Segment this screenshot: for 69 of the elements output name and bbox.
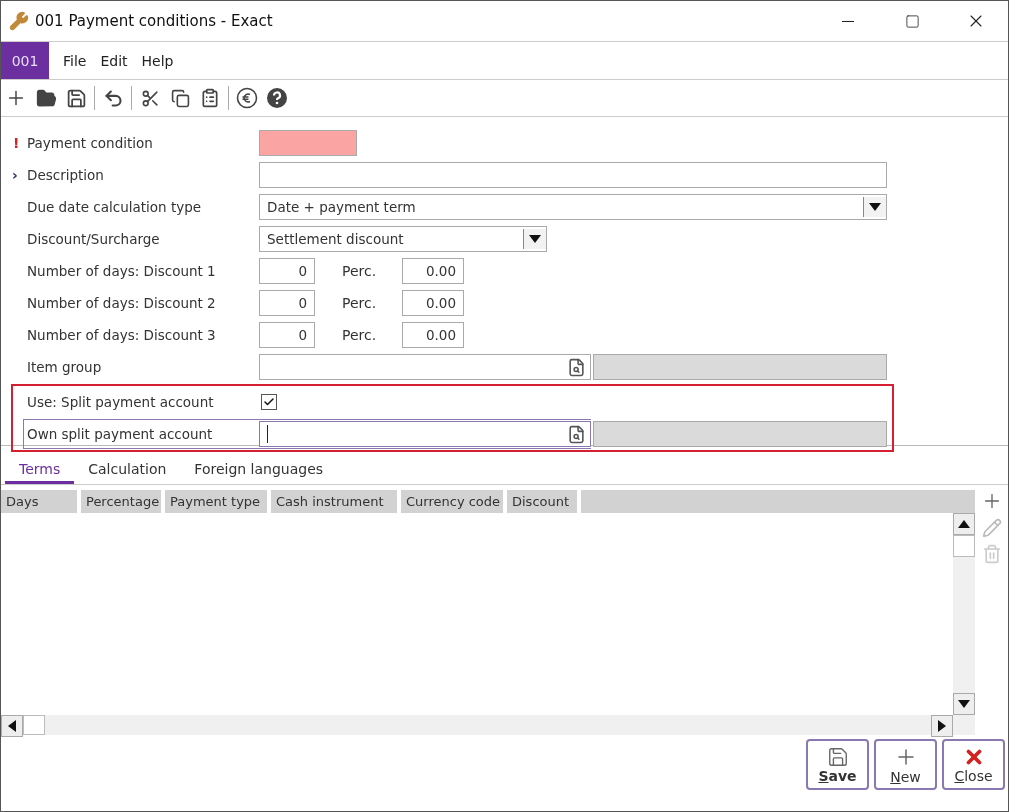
field-label: Perc.: [342, 327, 378, 343]
field-label: Number of days: Discount 2: [27, 295, 217, 311]
number-field[interactable]: 0: [259, 322, 315, 348]
close-button[interactable]: Close: [942, 739, 1005, 790]
scroll-down-button[interactable]: [953, 693, 975, 715]
check-icon: [263, 396, 275, 408]
menu-item[interactable]: File: [63, 52, 87, 69]
field-label: Due date calculation type: [27, 199, 203, 215]
triangle-icon: [938, 720, 946, 732]
text-field[interactable]: [259, 162, 887, 188]
document-search-icon[interactable]: [567, 425, 586, 444]
column-header[interactable]: Payment type: [165, 490, 267, 513]
help-button[interactable]: [265, 86, 289, 110]
vertical-scrollbar[interactable]: [953, 513, 975, 715]
field-label: Number of days: Discount 1: [27, 263, 217, 279]
checkbox[interactable]: [261, 394, 277, 410]
text-field[interactable]: [259, 130, 357, 156]
field-label: Own split payment account: [27, 426, 214, 442]
scrollbar-thumb[interactable]: [953, 535, 975, 557]
number-field[interactable]: 0: [259, 258, 315, 284]
menu-item[interactable]: Help: [141, 52, 174, 69]
column-header[interactable]: Cash instrument: [271, 490, 397, 513]
tab[interactable]: Foreign languages: [180, 456, 338, 484]
document-search-icon[interactable]: [567, 358, 586, 377]
triangle-icon: [8, 720, 16, 732]
field-label: Payment condition: [27, 135, 154, 151]
column-header[interactable]: Discount: [507, 490, 577, 513]
field-label: Use: Split payment account: [27, 394, 215, 410]
dropdown-field[interactable]: Settlement discount: [259, 226, 547, 252]
triangle-icon: [529, 235, 541, 243]
lookup-field[interactable]: [259, 421, 591, 447]
company-badge[interactable]: 001: [1, 42, 49, 79]
field-label: Description: [27, 167, 105, 183]
currency-button[interactable]: [235, 86, 259, 110]
menu-item[interactable]: Edit: [100, 52, 128, 69]
maximize-icon: [904, 13, 920, 29]
field-label: Item group: [27, 359, 103, 375]
field-label: Number of days: Discount 3: [27, 327, 217, 343]
column-header[interactable]: Currency code: [401, 490, 503, 513]
number-field[interactable]: 0.00: [402, 322, 464, 348]
field-label: Discount/Surcharge: [27, 231, 161, 247]
lookup-field[interactable]: [259, 354, 591, 380]
wrench-icon: [9, 11, 29, 31]
number-field[interactable]: 0.00: [402, 290, 464, 316]
scroll-right-button[interactable]: [931, 715, 953, 737]
field-label: Perc.: [342, 295, 378, 311]
dropdown-field[interactable]: Date + payment term: [259, 194, 887, 220]
new-button[interactable]: New: [874, 739, 937, 790]
save-button[interactable]: Save: [806, 739, 869, 790]
required-marker: !: [13, 135, 20, 151]
window-title: 001 Payment conditions - Exact: [35, 12, 274, 30]
field-label: Perc.: [342, 263, 378, 279]
column-header[interactable]: Percentage: [81, 490, 161, 513]
tab[interactable]: Calculation: [74, 456, 181, 484]
number-field[interactable]: 0: [259, 290, 315, 316]
number-field[interactable]: 0.00: [402, 258, 464, 284]
triangle-icon: [958, 520, 970, 528]
text-cursor: [267, 425, 268, 443]
scroll-left-button[interactable]: [1, 715, 23, 737]
save-icon: [826, 745, 849, 768]
tab[interactable]: Terms: [5, 456, 75, 484]
scrollbar-thumb[interactable]: [23, 715, 45, 735]
triangle-icon: [958, 700, 970, 708]
triangle-icon: [869, 203, 881, 211]
minimize-icon: [842, 20, 854, 22]
column-header[interactable]: Days: [1, 490, 77, 513]
scroll-up-button[interactable]: [953, 513, 975, 535]
horizontal-scrollbar[interactable]: [1, 715, 975, 735]
expand-marker: ›: [12, 167, 18, 183]
